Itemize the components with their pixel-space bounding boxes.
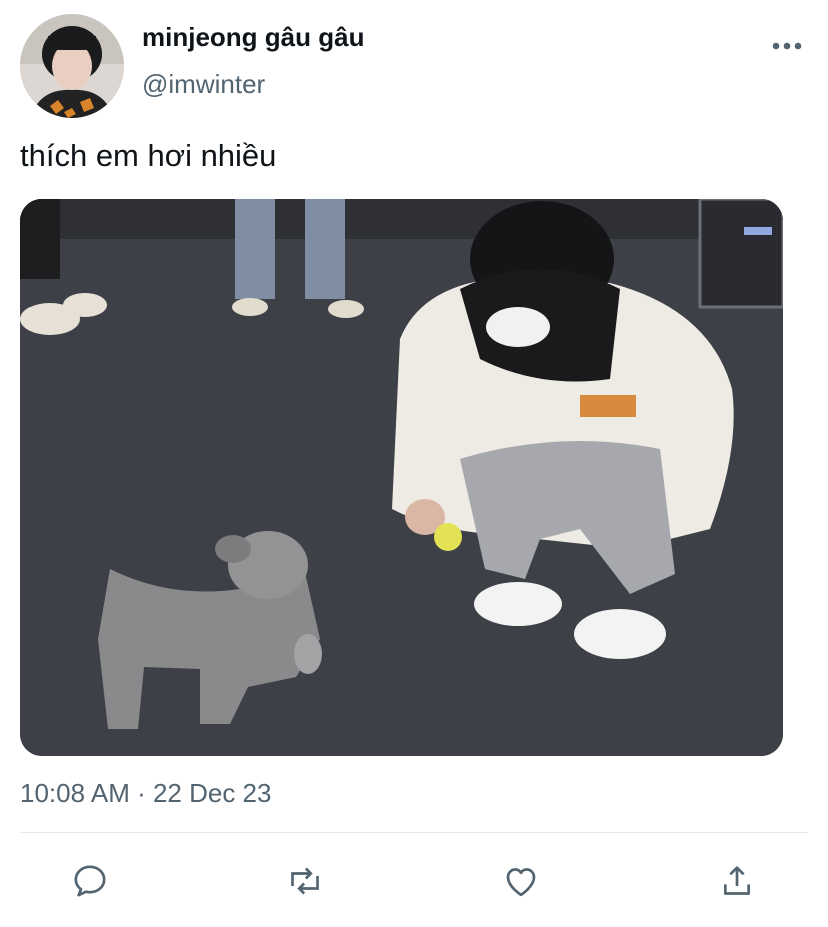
more-horizontal-icon xyxy=(772,42,802,50)
retweet-button[interactable] xyxy=(284,860,326,902)
share-button[interactable] xyxy=(716,860,758,902)
media-image xyxy=(20,199,783,756)
author-name[interactable]: minjeong gâu gâu xyxy=(142,22,364,53)
tweet-timestamp[interactable]: 10:08 AM · 22 Dec 23 xyxy=(20,778,271,809)
reply-button[interactable] xyxy=(69,860,111,902)
avatar-image xyxy=(20,14,124,118)
tweet-media[interactable] xyxy=(20,199,783,756)
heart-icon xyxy=(506,868,536,897)
reply-icon xyxy=(74,865,106,897)
like-button[interactable] xyxy=(500,860,542,902)
tweet-text: thích em hơi nhiều xyxy=(20,138,277,173)
retweet-icon xyxy=(291,867,319,895)
divider xyxy=(20,832,808,833)
share-icon xyxy=(724,866,750,895)
more-options-button[interactable] xyxy=(770,34,804,58)
avatar[interactable] xyxy=(20,14,124,118)
author-handle[interactable]: @imwinter xyxy=(142,69,265,100)
